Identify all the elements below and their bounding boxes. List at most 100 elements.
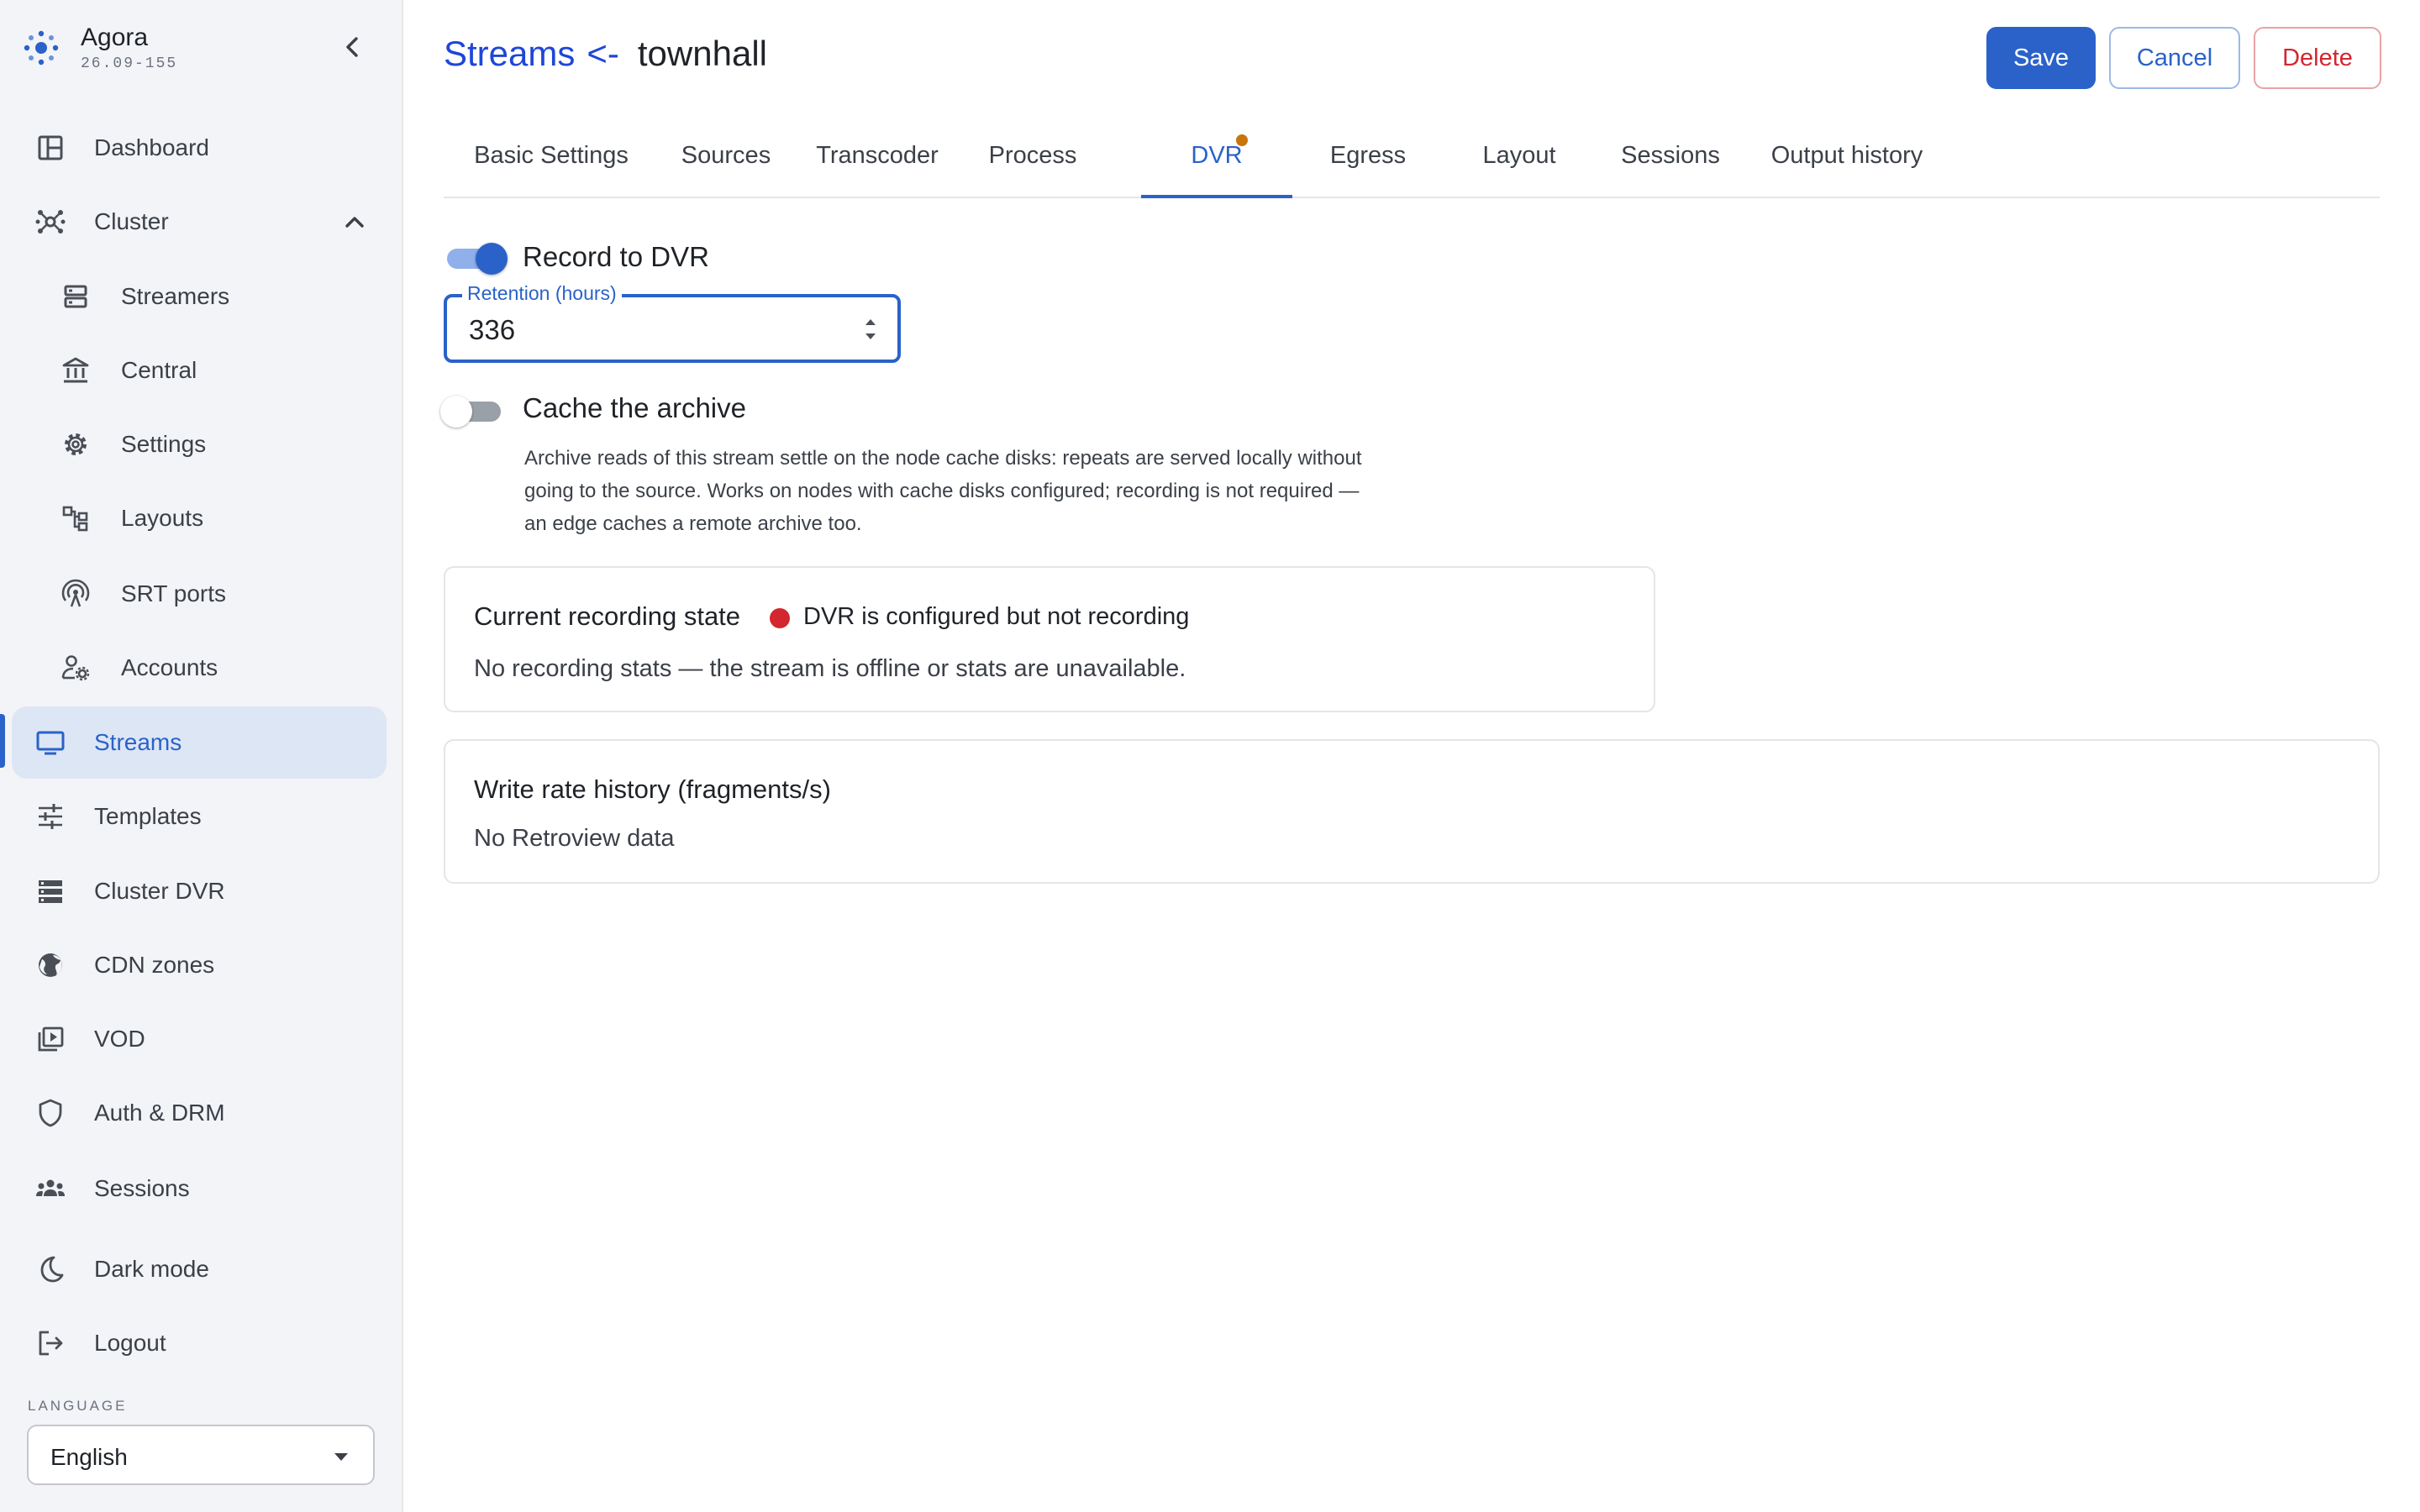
sidebar-item-cdn-zones[interactable]: CDN zones <box>12 929 387 1001</box>
unsaved-changes-dot <box>1236 134 1248 146</box>
tab-label: Output history <box>1770 142 1923 169</box>
number-stepper[interactable] <box>860 311 881 348</box>
status-indicator-dot <box>770 608 790 628</box>
tab-label: Egress <box>1329 142 1407 169</box>
sidebar-item-sessions[interactable]: Sessions <box>12 1152 387 1225</box>
sidebar-item-cluster[interactable]: Cluster <box>12 186 387 258</box>
monitor-icon <box>34 726 67 759</box>
breadcrumb: Streams <- townhall <box>444 34 767 74</box>
dark-mode-toggle[interactable]: Dark mode <box>12 1233 387 1305</box>
breadcrumb-separator: <- <box>587 34 619 73</box>
save-button[interactable]: Save <box>1986 27 2096 89</box>
antenna-icon <box>59 577 92 611</box>
delete-button[interactable]: Delete <box>2254 27 2381 89</box>
sidebar-item-srt-ports[interactable]: SRT ports <box>12 558 387 630</box>
shield-icon <box>34 1096 67 1130</box>
user-gear-icon <box>59 651 92 685</box>
chevron-left-icon <box>336 30 370 64</box>
sidebar: Agora 26.09-155 Dashboard Cluster Stream… <box>0 0 403 1512</box>
sidebar-item-label: Settings <box>121 431 207 457</box>
sidebar-item-label: Layouts <box>121 505 204 531</box>
language-value: English <box>50 1444 128 1470</box>
retention-label: Retention (hours) <box>462 282 622 305</box>
sidebar-item-settings[interactable]: Settings <box>12 408 387 480</box>
sidebar-item-streamers[interactable]: Streamers <box>12 260 387 333</box>
sidebar-item-label: Dashboard <box>94 134 209 160</box>
tab-label: Sessions <box>1621 142 1720 169</box>
brand-name: Agora <box>81 24 149 51</box>
sidebar-item-label: Logout <box>94 1330 166 1356</box>
tab-dvr[interactable]: DVR <box>1141 126 1292 198</box>
tab-bar: Basic Settings Sources Transcoder Proces… <box>444 126 2380 198</box>
sidebar-item-streams[interactable]: Streams <box>12 706 387 779</box>
sidebar-item-label: Sessions <box>94 1175 190 1201</box>
dashboard-icon <box>34 131 67 165</box>
layouts-icon <box>59 501 92 535</box>
cache-archive-help-text: Archive reads of this stream settle on t… <box>524 447 1362 535</box>
tab-label: Transcoder <box>816 142 939 169</box>
record-to-dvr-toggle[interactable] <box>444 239 511 275</box>
stepper-arrows-icon <box>860 311 881 348</box>
recording-status-text: DVR is configured but not recording <box>803 603 1190 630</box>
sidebar-item-layouts[interactable]: Layouts <box>12 482 387 554</box>
people-icon <box>34 1172 67 1205</box>
sidebar-item-cluster-dvr[interactable]: Cluster DVR <box>12 855 387 927</box>
tab-label: Process <box>988 142 1077 169</box>
sidebar-item-label: Templates <box>94 803 202 829</box>
sidebar-item-templates[interactable]: Templates <box>12 780 387 853</box>
logout-button[interactable]: Logout <box>12 1307 387 1379</box>
sidebar-item-label: VOD <box>94 1026 145 1052</box>
logout-icon <box>34 1326 67 1360</box>
sidebar-item-label: Central <box>121 357 197 383</box>
sidebar-item-central[interactable]: Central <box>12 334 387 407</box>
tab-layout[interactable]: Layout <box>1444 126 1595 197</box>
toggle-thumb <box>440 396 472 428</box>
sidebar-item-auth-drm[interactable]: Auth & DRM <box>12 1077 387 1149</box>
sidebar-item-label: Accounts <box>121 654 218 680</box>
tab-egress[interactable]: Egress <box>1292 126 1444 197</box>
sidebar-item-vod[interactable]: VOD <box>12 1003 387 1075</box>
language-label: LANGUAGE <box>28 1398 128 1414</box>
language-select[interactable]: English <box>27 1425 375 1485</box>
retention-input[interactable] <box>469 314 805 346</box>
tab-label: DVR <box>1191 142 1243 169</box>
recording-state-message: No recording stats — the stream is offli… <box>474 655 1186 682</box>
write-rate-message: No Retroview data <box>474 825 675 852</box>
write-rate-card: Write rate history (fragments/s) No Retr… <box>444 739 2380 884</box>
tab-process[interactable]: Process <box>961 126 1104 197</box>
tab-label: Sources <box>681 142 771 169</box>
page-title: townhall <box>637 34 767 73</box>
recording-state-title: Current recording state <box>474 601 741 631</box>
tab-output-history[interactable]: Output history <box>1746 126 1948 197</box>
storage-icon <box>34 874 67 908</box>
sidebar-item-label: Cluster <box>94 208 169 234</box>
sidebar-item-label: Streams <box>94 729 182 755</box>
sidebar-item-label: Dark mode <box>94 1256 209 1282</box>
brand-version: 26.09-155 <box>81 55 178 72</box>
chevron-up-icon <box>338 206 371 239</box>
active-tab-underline <box>1141 195 1292 198</box>
bank-icon <box>59 354 92 387</box>
tab-label: Basic Settings <box>474 142 629 169</box>
sidebar-item-accounts[interactable]: Accounts <box>12 632 387 704</box>
server-icon <box>59 280 92 313</box>
tab-transcoder[interactable]: Transcoder <box>793 126 961 197</box>
collapse-sidebar-button[interactable] <box>336 30 370 64</box>
recording-state-card: Current recording state DVR is configure… <box>444 566 1655 712</box>
brand: Agora 26.09-155 <box>22 24 375 76</box>
sidebar-item-dashboard[interactable]: Dashboard <box>12 112 387 184</box>
tab-sessions[interactable]: Sessions <box>1595 126 1746 197</box>
tab-sources[interactable]: Sources <box>659 126 793 197</box>
breadcrumb-streams-link[interactable]: Streams <box>444 34 575 73</box>
cache-archive-label: Cache the archive <box>523 392 746 423</box>
sliders-icon <box>34 800 67 833</box>
toggle-thumb <box>476 243 508 275</box>
cluster-icon <box>34 205 67 239</box>
tab-basic-settings[interactable]: Basic Settings <box>444 126 659 197</box>
write-rate-title: Write rate history (fragments/s) <box>474 774 831 804</box>
globe-icon <box>34 948 67 982</box>
cancel-button[interactable]: Cancel <box>2109 27 2240 89</box>
sidebar-item-label: Auth & DRM <box>94 1100 225 1126</box>
tab-label: Layout <box>1482 142 1556 169</box>
cache-archive-toggle[interactable] <box>440 391 508 428</box>
